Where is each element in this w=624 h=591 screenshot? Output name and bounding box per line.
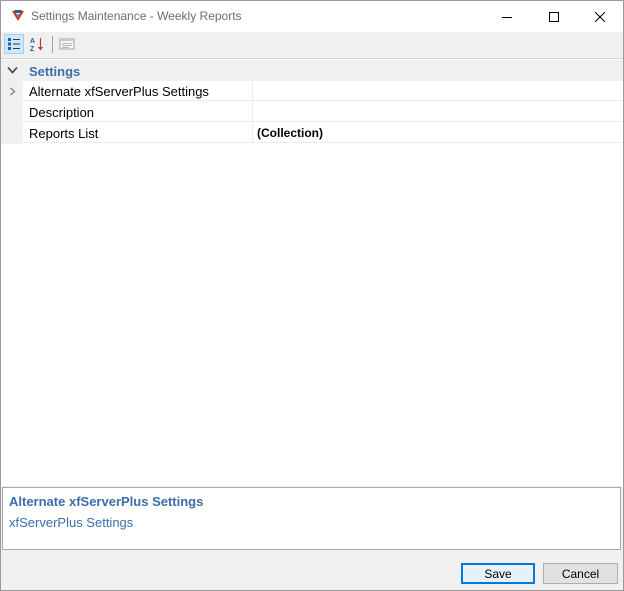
property-pages-icon <box>59 38 75 50</box>
minimize-button[interactable] <box>484 1 530 32</box>
alphabetical-button[interactable]: A Z <box>27 34 47 54</box>
row-gutter <box>1 123 23 144</box>
property-name: Alternate xfServerPlus Settings <box>23 81 253 101</box>
window-title: Settings Maintenance - Weekly Reports <box>31 9 242 23</box>
alphabetical-sort-icon: A Z <box>30 38 43 52</box>
property-grid-toolbar: A Z <box>1 32 623 58</box>
property-row-alternate-xfserverplus[interactable]: Alternate xfServerPlus Settings <box>1 81 623 102</box>
svg-text:A: A <box>30 38 35 45</box>
description-title: Alternate xfServerPlus Settings <box>9 494 204 509</box>
categorized-icon <box>8 38 20 50</box>
save-button[interactable]: Save <box>461 563 535 584</box>
close-button[interactable] <box>577 1 623 32</box>
title-bar[interactable]: Settings Maintenance - Weekly Reports <box>1 1 623 32</box>
property-value[interactable]: (Collection) <box>253 123 623 143</box>
toolbar-separator <box>52 36 53 53</box>
settings-window: Settings Maintenance - Weekly Reports A … <box>0 0 624 591</box>
categorized-button[interactable] <box>4 34 24 54</box>
property-value[interactable] <box>253 102 623 122</box>
property-row-description[interactable]: Description <box>1 102 623 123</box>
property-name: Reports List <box>23 123 253 143</box>
close-icon <box>595 11 605 22</box>
maximize-button[interactable] <box>531 1 577 32</box>
app-logo-icon <box>10 8 26 24</box>
category-label: Settings <box>29 64 81 79</box>
description-panel: Alternate xfServerPlus Settings xfServer… <box>2 487 621 550</box>
minimize-icon <box>502 16 512 18</box>
property-name: Description <box>23 102 253 122</box>
property-row-reports-list[interactable]: Reports List (Collection) <box>1 123 623 144</box>
row-gutter <box>1 102 23 123</box>
chevron-down-icon[interactable] <box>7 66 18 75</box>
property-value[interactable] <box>253 81 623 101</box>
property-pages-button[interactable] <box>57 34 77 54</box>
svg-text:Z: Z <box>30 46 35 52</box>
category-row-settings[interactable]: Settings <box>1 60 623 81</box>
row-gutter <box>1 81 23 102</box>
maximize-icon <box>549 11 559 22</box>
property-grid: Settings Alternate xfServerPlus Settings… <box>1 58 623 486</box>
cancel-button[interactable]: Cancel <box>543 563 618 584</box>
chevron-right-icon[interactable] <box>9 87 16 96</box>
description-text: xfServerPlus Settings <box>9 515 134 530</box>
